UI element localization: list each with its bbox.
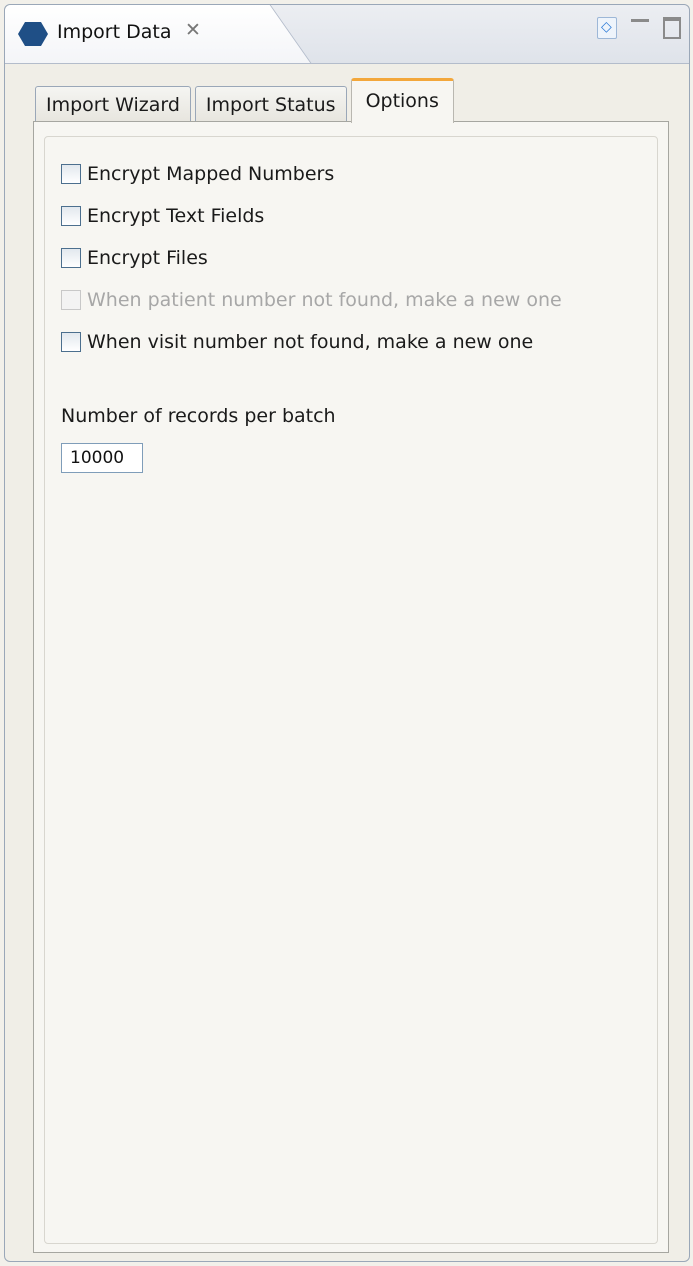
view-menu-icon[interactable]: ◇ — [597, 17, 617, 39]
minimize-icon[interactable] — [631, 18, 649, 32]
encrypt-files-checkbox[interactable]: Encrypt Files — [61, 247, 208, 269]
checkbox-box[interactable] — [61, 206, 81, 226]
view-tab-import-data[interactable]: Import Data ✕ — [5, 5, 255, 63]
tab-folder: Import Wizard Import Status Options — [35, 78, 454, 123]
tab-options[interactable]: Options — [350, 78, 454, 123]
checkbox-box[interactable] — [61, 164, 81, 184]
records-per-batch-label: Number of records per batch — [61, 405, 336, 427]
options-panel: Encrypt Mapped Numbers Encrypt Text Fiel… — [33, 121, 669, 1253]
checkbox-label: When patient number not found, make a ne… — [87, 289, 562, 311]
view-title-bar: Import Data ✕ ◇ — [5, 5, 689, 64]
checkbox-label: Encrypt Text Fields — [87, 205, 265, 227]
tab-import-status[interactable]: Import Status — [194, 86, 347, 123]
checkbox-label: When visit number not found, make a new … — [87, 331, 534, 353]
new-patient-number-checkbox: When patient number not found, make a ne… — [61, 289, 562, 311]
checkbox-label: Encrypt Files — [87, 247, 208, 269]
encrypt-text-fields-checkbox[interactable]: Encrypt Text Fields — [61, 205, 264, 227]
checkbox-box[interactable] — [61, 248, 81, 268]
import-data-icon — [18, 22, 48, 46]
checkbox-box — [61, 290, 81, 310]
encrypt-mapped-numbers-checkbox[interactable]: Encrypt Mapped Numbers — [61, 163, 334, 185]
maximize-icon[interactable] — [663, 17, 681, 39]
import-data-view: Import Data ✕ ◇ Import Wizard Import Sta… — [4, 4, 690, 1262]
view-title: Import Data — [57, 21, 172, 43]
checkbox-box[interactable] — [61, 332, 81, 352]
tab-import-wizard[interactable]: Import Wizard — [35, 86, 191, 123]
options-group: Encrypt Mapped Numbers Encrypt Text Fiel… — [44, 136, 658, 1244]
new-visit-number-checkbox[interactable]: When visit number not found, make a new … — [61, 331, 533, 353]
records-per-batch-input[interactable] — [61, 443, 143, 473]
checkbox-label: Encrypt Mapped Numbers — [87, 163, 335, 185]
close-icon[interactable]: ✕ — [185, 19, 201, 41]
